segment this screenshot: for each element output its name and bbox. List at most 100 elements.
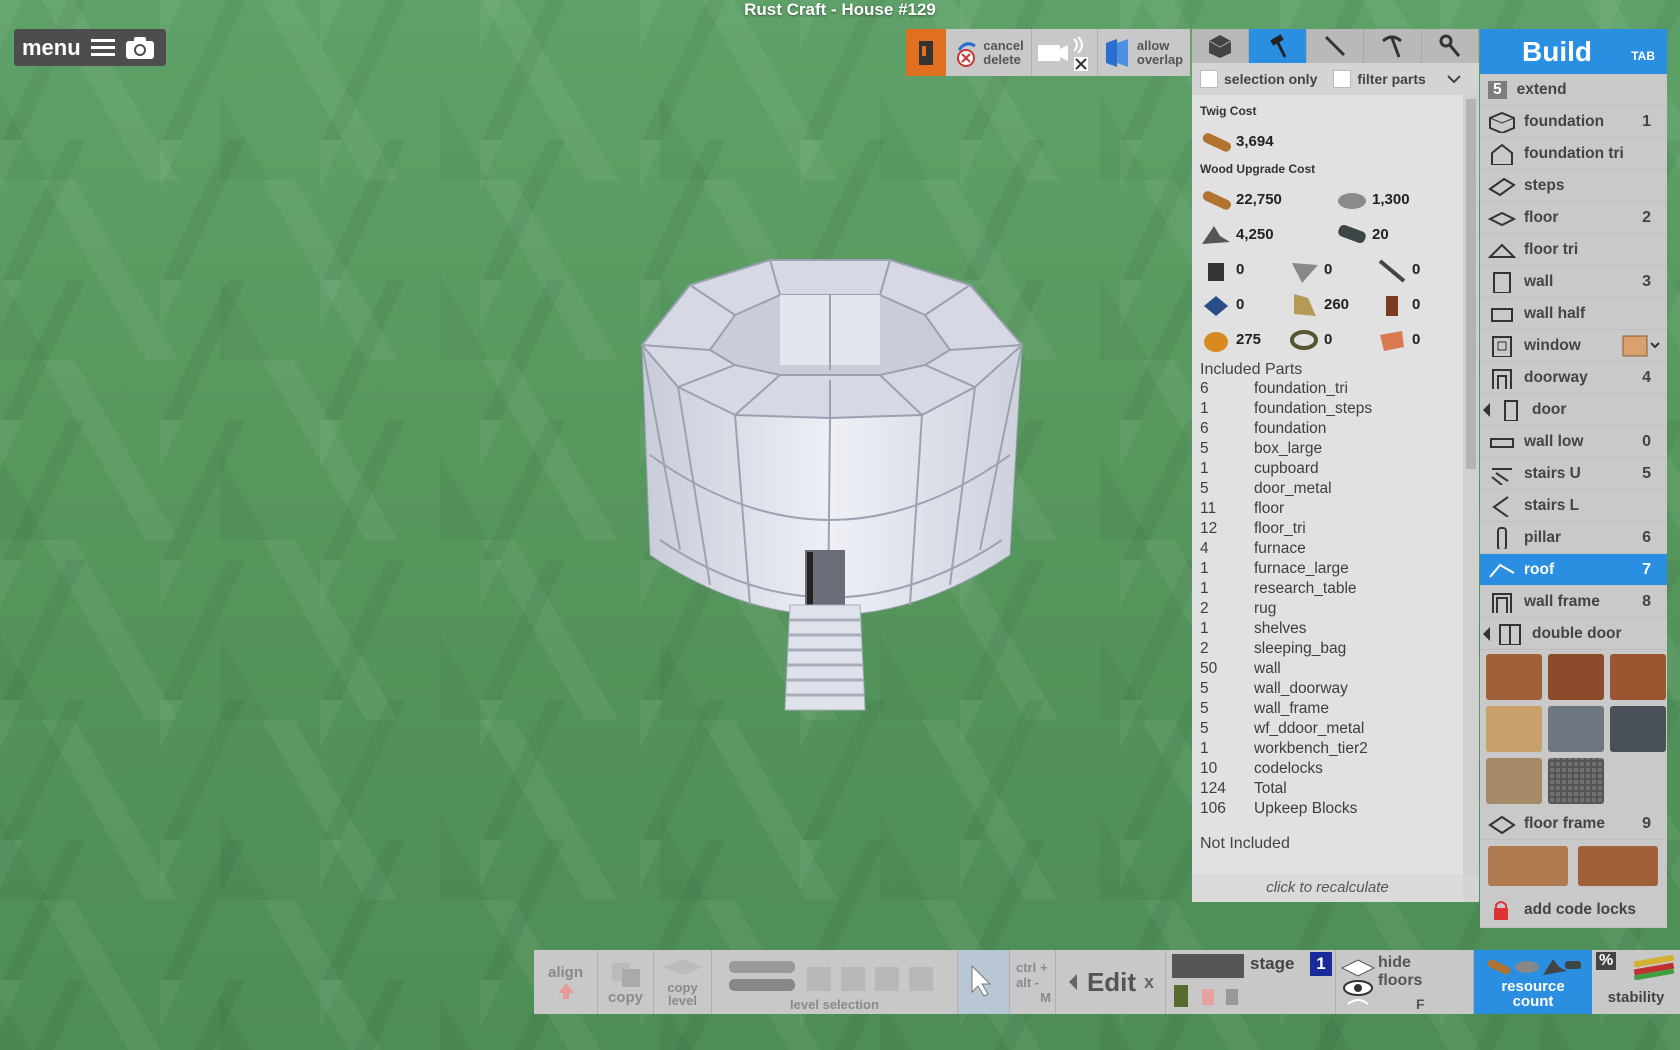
build-item-label: wall frame: [1524, 592, 1600, 610]
window-variant-icon[interactable]: [1621, 333, 1661, 359]
overlap-icon: [1105, 38, 1128, 67]
build-item-label: stairs U: [1524, 464, 1581, 482]
build-item-floor[interactable]: floor 2: [1480, 202, 1667, 234]
build-item-number: 2: [1642, 208, 1651, 226]
hide-floors-button[interactable]: hide floors F: [1336, 950, 1474, 1014]
chevron-left-icon[interactable]: [1483, 402, 1490, 417]
part-quantity: 1: [1200, 560, 1209, 577]
build-item-number: 3: [1642, 272, 1651, 290]
undo-icon: [957, 41, 977, 67]
build-item-wall-low[interactable]: wall low 0: [1480, 426, 1667, 458]
build-item-label: wall low: [1524, 432, 1584, 450]
build-item-door[interactable]: door: [1480, 394, 1667, 426]
allow-overlap-button[interactable]: allow overlap: [1098, 29, 1188, 76]
build-item-foundation-tri[interactable]: foundation tri: [1480, 138, 1667, 170]
house-model[interactable]: [630, 255, 1030, 715]
chevron-left-icon[interactable]: [1483, 626, 1490, 641]
build-item-stairs-l[interactable]: stairs L: [1480, 490, 1667, 522]
stage-number[interactable]: 1: [1310, 952, 1332, 976]
door-thumb-double-wood[interactable]: [1548, 654, 1604, 700]
copy-level-button[interactable]: copy level: [654, 950, 712, 1014]
tab-wrench[interactable]: [1422, 29, 1480, 63]
scrollbar-thumb[interactable]: [1466, 99, 1476, 469]
part-row: 5 wall_frame: [1200, 699, 1455, 719]
build-item-doorway[interactable]: doorway 4: [1480, 362, 1667, 394]
edit-button[interactable]: Edit x: [1056, 950, 1166, 1014]
tab-saw[interactable]: [1307, 29, 1365, 63]
filter-parts-checkbox[interactable]: [1333, 70, 1352, 88]
build-item-label: floor tri: [1524, 240, 1579, 258]
part-row: 12 floor_tri: [1200, 519, 1455, 539]
copy-button[interactable]: copy: [598, 950, 654, 1014]
material-icons[interactable]: [1172, 983, 1244, 1011]
camera-record-button[interactable]: [1032, 29, 1098, 76]
part-quantity: 6: [1200, 420, 1209, 437]
camera-icon[interactable]: [125, 36, 155, 60]
selection-only-checkbox[interactable]: [1200, 70, 1218, 88]
build-item-double-door[interactable]: double door: [1480, 618, 1667, 650]
selection-only-label: selection only: [1224, 71, 1318, 87]
color-swatch[interactable]: [1172, 954, 1244, 978]
part-row: 4 furnace: [1200, 539, 1455, 559]
hatch-thumb-grill[interactable]: [1578, 846, 1658, 886]
edit-close[interactable]: x: [1144, 972, 1154, 993]
build-header[interactable]: Build TAB: [1480, 29, 1667, 74]
door-thumb-wood-2[interactable]: [1610, 654, 1666, 700]
cursor-icon: [971, 964, 991, 997]
chevron-left-icon: [1068, 974, 1077, 990]
build-item-stairs-u[interactable]: stairs U 5: [1480, 458, 1667, 490]
delete-label: delete: [983, 51, 1021, 67]
menu-button[interactable]: menu: [14, 29, 166, 66]
hq-metal-icon: [1338, 224, 1366, 243]
build-item-wall-frame[interactable]: wall frame 8: [1480, 586, 1667, 618]
hatch-variants: [1480, 840, 1667, 892]
build-item-wall-half[interactable]: wall half: [1480, 298, 1667, 330]
pillar-icon: [1497, 526, 1507, 549]
resource-count-button[interactable]: resource count: [1474, 950, 1592, 1014]
fire-door-button[interactable]: [906, 29, 946, 76]
build-item-steps[interactable]: steps: [1480, 170, 1667, 202]
door-thumb-bars[interactable]: [1548, 758, 1604, 804]
build-item-number: 0: [1642, 432, 1651, 450]
door-thumb-garage[interactable]: [1486, 758, 1542, 804]
part-name: cupboard: [1254, 460, 1319, 477]
extend-row[interactable]: 5 extend: [1480, 74, 1667, 106]
build-item-floor-frame[interactable]: floor frame 9: [1480, 808, 1667, 840]
door-thumb-metal[interactable]: [1548, 706, 1604, 752]
tab-pickaxe[interactable]: [1364, 29, 1422, 63]
build-item-foundation[interactable]: foundation 1: [1480, 106, 1667, 138]
copy-icon: [611, 962, 640, 987]
door-thumb-wood[interactable]: [1486, 654, 1542, 700]
build-item-pillar[interactable]: pillar 6: [1480, 522, 1667, 554]
build-item-roof[interactable]: roof 7: [1480, 554, 1667, 586]
tab-hammer[interactable]: [1249, 29, 1307, 63]
level-icons[interactable]: [715, 957, 955, 997]
build-item-window[interactable]: window: [1480, 330, 1667, 362]
door-thumb-sheet[interactable]: [1486, 706, 1542, 752]
select-tool-button[interactable]: [958, 950, 1010, 1014]
build-item-wall[interactable]: wall 3: [1480, 266, 1667, 298]
percent-badge: %: [1596, 952, 1617, 970]
part-quantity: 1: [1200, 400, 1209, 417]
part-quantity: 5: [1200, 440, 1209, 457]
build-item-floor-tri[interactable]: floor tri: [1480, 234, 1667, 266]
add-code-locks-button[interactable]: add code locks: [1480, 892, 1667, 928]
stage-label: stage: [1250, 954, 1295, 973]
doorway-icon: [1492, 368, 1512, 389]
cancel-delete-button[interactable]: cancel delete: [946, 29, 1032, 76]
part-row: 6 foundation: [1200, 419, 1455, 439]
chevron-down-icon[interactable]: [1446, 73, 1462, 85]
stability-button[interactable]: % stability: [1592, 950, 1680, 1014]
align-button[interactable]: align: [534, 950, 598, 1014]
tab-parts[interactable]: [1192, 29, 1250, 63]
door-thumb-armored[interactable]: [1610, 706, 1666, 752]
part-name: codelocks: [1254, 760, 1323, 777]
pipe-cost: 0: [1376, 257, 1420, 283]
recalculate-button[interactable]: click to recalculate: [1192, 874, 1463, 902]
alt-hint: alt -: [1016, 974, 1040, 990]
rope-icon: [1290, 329, 1318, 350]
overlap-label: overlap: [1136, 51, 1184, 67]
cost-scrollbar[interactable]: [1463, 95, 1479, 875]
pickaxe-icon: [1382, 35, 1403, 58]
hatch-thumb-ladder[interactable]: [1488, 846, 1568, 886]
